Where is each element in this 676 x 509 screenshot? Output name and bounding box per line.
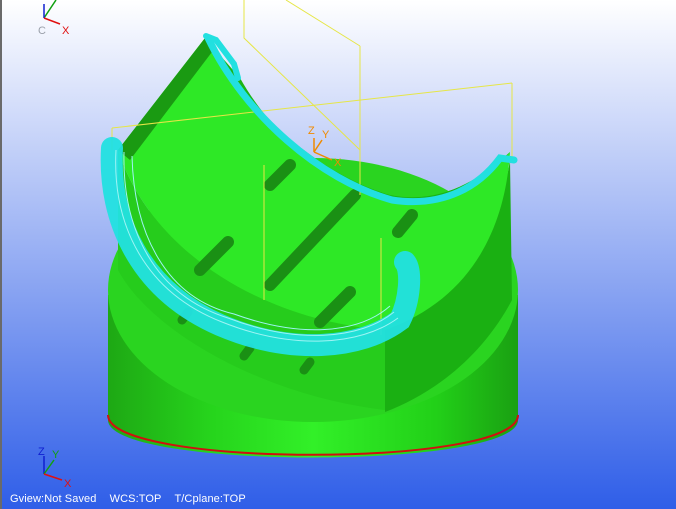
slot-8 bbox=[299, 357, 315, 375]
wcs-triad-z-label: Z bbox=[38, 446, 45, 458]
wcs-triad-x-label: X bbox=[64, 478, 72, 490]
center-triad-y-label: Y bbox=[322, 129, 330, 141]
wcs-triad-y-label: Y bbox=[52, 449, 60, 461]
wcs-status: WCS:TOP bbox=[109, 493, 162, 505]
center-triad-x-label: X bbox=[334, 157, 342, 169]
slot-7 bbox=[239, 343, 255, 361]
top-triad-x-label: X bbox=[62, 25, 70, 37]
3d-scene[interactable]: Z Y X C X Z Y X bbox=[0, 0, 676, 509]
center-triad-z-label: Z bbox=[308, 125, 315, 137]
top-triad-c-label: C bbox=[38, 25, 46, 37]
gview-status: Gview:Not Saved bbox=[10, 493, 97, 505]
tcplane-status: T/Cplane:TOP bbox=[174, 493, 246, 505]
graphics-viewport[interactable]: Z Y X C X Z Y X Gview:Not Saved WCS:TOP … bbox=[0, 0, 676, 509]
view-status-bar: Gview:Not Saved WCS:TOP T/Cplane:TOP bbox=[10, 493, 256, 505]
